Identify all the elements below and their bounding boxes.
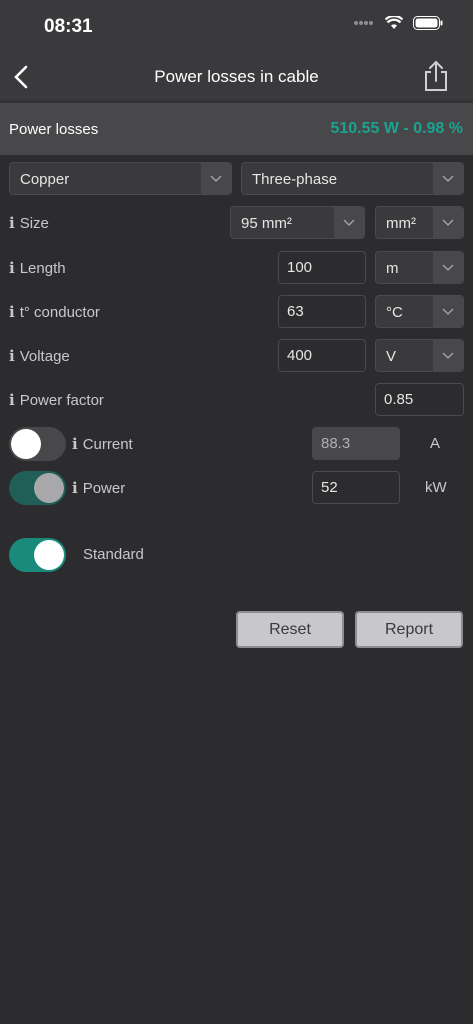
- info-icon: i: [9, 347, 15, 365]
- info-icon: i: [9, 303, 15, 321]
- current-unit: A: [430, 435, 441, 452]
- chevron-down-icon: [433, 252, 463, 283]
- power-factor-input[interactable]: 0.85: [375, 383, 464, 416]
- wifi-icon: [385, 16, 403, 29]
- length-unit-select[interactable]: m: [375, 251, 464, 284]
- toggle-knob: [11, 429, 41, 459]
- chevron-down-icon: [433, 340, 463, 371]
- chevron-down-icon: [201, 163, 231, 194]
- power-unit: kW: [425, 479, 447, 496]
- toggle-knob: [34, 540, 64, 570]
- info-icon: i: [9, 391, 15, 409]
- size-unit-select[interactable]: mm²: [375, 206, 464, 239]
- toggle-knob: [34, 473, 64, 503]
- chevron-down-icon: [433, 163, 463, 194]
- size-label[interactable]: i Size: [9, 214, 49, 232]
- temperature-unit-select[interactable]: °C: [375, 295, 464, 328]
- power-factor-label[interactable]: i Power factor: [9, 391, 104, 409]
- voltage-input[interactable]: 400: [278, 339, 366, 372]
- voltage-unit-select[interactable]: V: [375, 339, 464, 372]
- info-icon: i: [9, 214, 15, 232]
- current-label[interactable]: i Current: [72, 435, 133, 453]
- report-button[interactable]: Report: [355, 611, 463, 648]
- power-toggle[interactable]: [9, 471, 66, 505]
- status-icons: [353, 16, 443, 30]
- reset-button[interactable]: Reset: [236, 611, 344, 648]
- summary-label: Power losses: [9, 121, 99, 138]
- current-input: 88.3: [312, 427, 400, 460]
- info-icon: i: [9, 259, 15, 277]
- length-input[interactable]: 100: [278, 251, 366, 284]
- standard-toggle[interactable]: [9, 538, 66, 572]
- phase-select[interactable]: Three-phase: [241, 162, 464, 195]
- chevron-down-icon: [433, 207, 463, 238]
- power-input[interactable]: 52: [312, 471, 400, 504]
- current-toggle[interactable]: [9, 427, 66, 461]
- status-time: 08:31: [44, 16, 93, 37]
- power-label[interactable]: i Power: [72, 479, 125, 497]
- info-icon: i: [72, 479, 78, 497]
- standard-label: Standard: [83, 546, 144, 563]
- page-title: Power losses in cable: [154, 67, 319, 86]
- temperature-input[interactable]: 63: [278, 295, 366, 328]
- voltage-label[interactable]: i Voltage: [9, 347, 70, 365]
- cellular-signal-icon: [354, 21, 373, 25]
- status-bar: 08:31: [0, 0, 473, 54]
- battery-icon: [413, 16, 443, 30]
- chevron-down-icon: [433, 296, 463, 327]
- summary-bar: Power losses 510.55 W - 0.98 %: [0, 103, 473, 155]
- size-select[interactable]: 95 mm²: [230, 206, 365, 239]
- share-icon[interactable]: [421, 60, 451, 92]
- chevron-down-icon: [334, 207, 364, 238]
- temperature-label[interactable]: i t° conductor: [9, 303, 100, 321]
- info-icon: i: [72, 435, 78, 453]
- material-select[interactable]: Copper: [9, 162, 232, 195]
- nav-bar: Power losses in cable: [0, 54, 473, 100]
- length-label[interactable]: i Length: [9, 259, 66, 277]
- summary-value: 510.55 W - 0.98 %: [330, 120, 463, 137]
